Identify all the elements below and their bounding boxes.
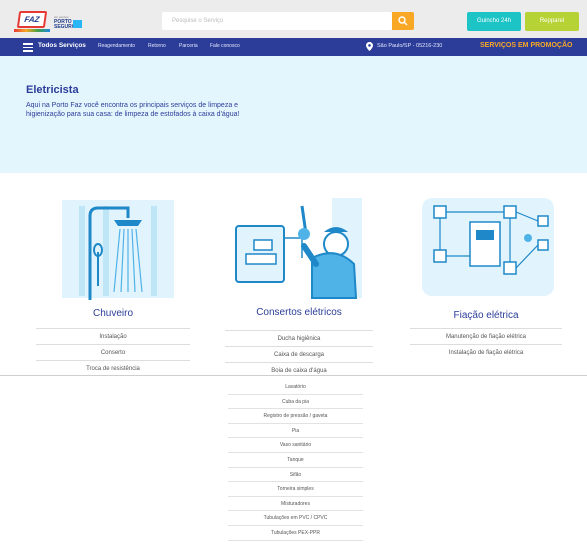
page-title: Eletricista [26,84,79,96]
service-link[interactable]: Ducha higiênica [225,330,373,346]
location-pin-icon [366,42,373,51]
search-placeholder: Pesquise o Serviço [172,18,224,24]
dropdown-service-item[interactable]: Tubulações em PVC / CPVC [228,511,363,526]
porto-seguro-logo[interactable]: um serviço PORTO SEGURO [54,15,82,31]
menu-icon[interactable] [23,43,33,52]
service-link[interactable]: Conserto [36,344,190,360]
page: FAZ um serviço PORTO SEGURO Pesquise o S… [0,0,587,547]
search-button[interactable] [392,12,414,30]
location-text[interactable]: São Paulo/SP - 05216-230 [377,43,442,49]
nav-link-reschedule[interactable]: Reagendamento [98,43,135,49]
nav-link-partnership[interactable]: Parceria [179,43,198,49]
dropdown-service-item[interactable]: Registro de pressão / gaveta [228,409,363,424]
content-bottom-border [0,375,587,376]
all-services-link[interactable]: Todos Serviços [38,42,86,49]
dropdown-service-item[interactable]: Sifão [228,468,363,483]
top-header: FAZ um serviço PORTO SEGURO Pesquise o S… [0,0,587,38]
dropdown-service-item[interactable]: Lavatório [228,380,363,395]
search-icon [398,16,408,26]
dropdown-service-item[interactable]: Cuba da pia [228,395,363,410]
dropdown-service-item[interactable]: Misturadores [228,497,363,512]
logo-stripe [14,29,50,32]
dropdown-service-item[interactable]: Tubulações PEX-PPR [228,526,363,541]
logo-text: FAZ [23,15,41,24]
wiring-illustration [422,198,554,296]
electrician-illustration [235,198,362,299]
dropdown-service-item[interactable]: Vaso sanitário [228,438,363,453]
main-nav: Todos Serviços Reagendamento Retorno Par… [0,38,587,56]
category-title-wiring[interactable]: Fiação elétrica [410,310,562,321]
tow-24h-button[interactable]: Guincho 24h [467,12,521,31]
category-title-shower[interactable]: Chuveiro [36,308,190,319]
nav-link-return[interactable]: Retorno [148,43,166,49]
hero-banner: Eletricista Aqui na Porto Faz você encon… [0,56,587,173]
promo-services-link[interactable]: SERVIÇOS EM PROMOÇÃO [480,42,572,49]
porto-faz-logo[interactable]: FAZ [16,11,48,28]
service-link[interactable]: Troca de resistência [36,360,190,376]
nav-link-contact[interactable]: Fale conosco [210,43,240,49]
repair-button[interactable]: Repparel [525,12,579,31]
dropdown-service-item[interactable]: Pia [228,424,363,439]
hero-description: Aqui na Porto Faz você encontra os princ… [26,102,240,118]
shower-illustration [62,200,174,300]
dropdown-service-item[interactable]: Tanque [228,453,363,468]
service-link[interactable]: Instalação de fiação elétrica [410,344,562,360]
service-link[interactable]: Instalação [36,328,190,344]
search-input[interactable]: Pesquise o Serviço [162,12,392,30]
service-link[interactable]: Caixa de descarga [225,346,373,362]
category-title-electrical-repairs[interactable]: Consertos elétricos [225,307,373,318]
partner-badge [73,20,82,28]
service-link[interactable]: Manutenção de fiação elétrica [410,328,562,344]
dropdown-service-item[interactable]: Torneira simples [228,482,363,497]
